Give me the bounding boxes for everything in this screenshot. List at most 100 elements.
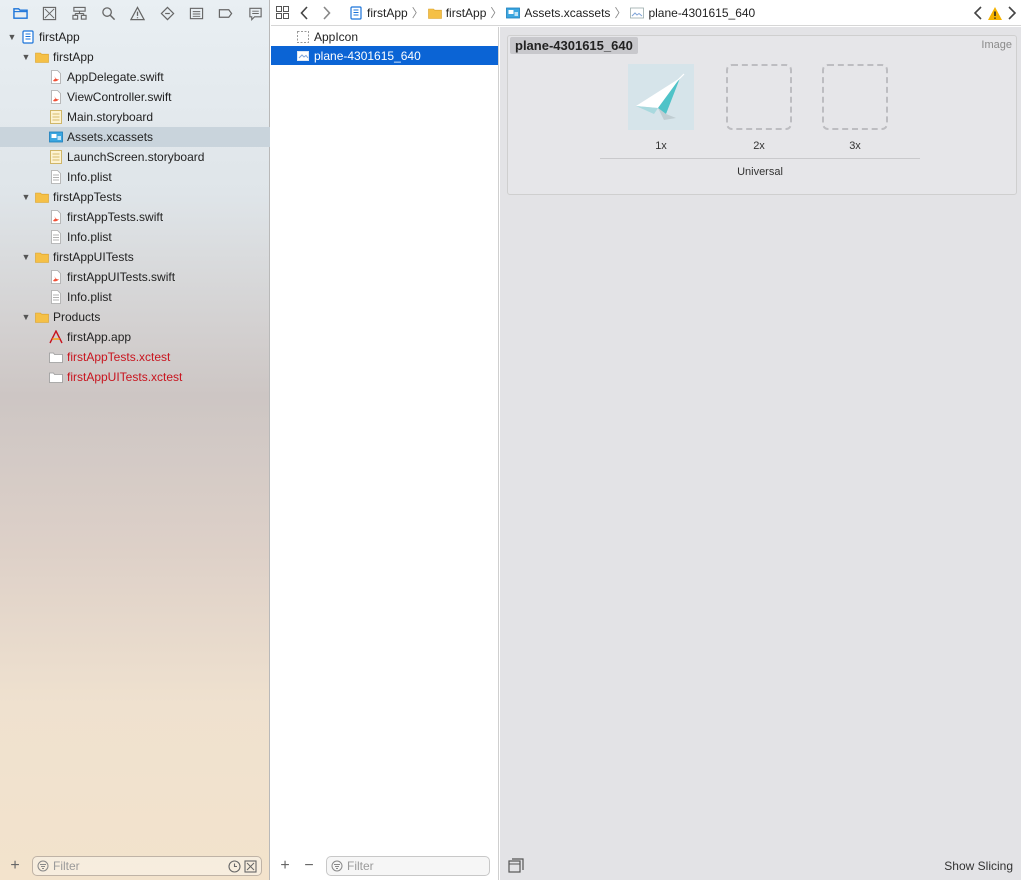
folder-icon (35, 192, 49, 203)
tree-row[interactable]: Main.storyboard (0, 107, 270, 127)
asset-editor: plane-4301615_640 Image 1x 2x 3x Univers… (500, 27, 1021, 880)
tree-row[interactable]: LaunchScreen.storyboard (0, 147, 270, 167)
image-set-name[interactable]: plane-4301615_640 (510, 37, 638, 54)
disclosure-triangle-icon[interactable]: ▼ (6, 32, 18, 42)
tree-row[interactable]: ▼ firstAppUITests (0, 247, 270, 267)
tree-row[interactable]: Info.plist (0, 287, 270, 307)
file-tree: ▼ firstApp ▼ firstApp AppDelegate.swift ViewC… (0, 27, 270, 387)
breadcrumb: firstApp 〉 firstApp 〉 Assets.xcassets 〉 plane-… (349, 4, 755, 21)
tree-row[interactable]: Info.plist (0, 167, 270, 187)
show-slicing-button[interactable]: Show Slicing (944, 859, 1013, 873)
navigator-filter-field[interactable]: Filter (32, 856, 262, 876)
tree-row[interactable]: ▼ Products (0, 307, 270, 327)
swift-file-icon (51, 210, 61, 224)
folder-icon (427, 8, 442, 19)
tree-row-label: Info.plist (67, 230, 112, 244)
image-slot-3x[interactable] (822, 64, 888, 130)
source-control-icon (43, 6, 57, 20)
tree-row[interactable]: AppDelegate.swift (0, 67, 270, 87)
breadcrumb-item[interactable]: firstApp (349, 6, 408, 20)
report-navigator-tab[interactable] (241, 0, 270, 26)
tree-row-label: firstAppTests.swift (67, 210, 164, 224)
tree-row-label: firstAppTests.xctest (67, 350, 171, 364)
recent-files-icon[interactable] (228, 859, 241, 873)
breadcrumb-item[interactable]: Assets.xcassets (506, 6, 610, 20)
project-navigator-tab[interactable] (6, 0, 35, 26)
image-slot-1x[interactable] (628, 64, 694, 130)
tree-row[interactable]: firstApp.app (0, 327, 270, 347)
folder-icon (13, 7, 28, 19)
previous-issue-icon[interactable] (973, 6, 983, 20)
asset-item-label: AppIcon (314, 29, 359, 44)
asset-list-bottom-bar: + − Filter (271, 852, 499, 880)
find-navigator-tab[interactable] (94, 0, 123, 26)
tree-row[interactable]: ▼ firstApp (0, 47, 270, 67)
storyboard-icon (50, 110, 62, 124)
asset-filter-field[interactable]: Filter (326, 856, 490, 876)
tree-row[interactable]: ▼ firstAppTests (0, 187, 270, 207)
asset-item-plane[interactable]: plane-4301615_640 (271, 46, 498, 65)
folder-icon (35, 252, 49, 263)
slot-label-3x: 3x (849, 140, 861, 152)
tree-row-label: firstAppUITests.swift (67, 270, 176, 284)
tree-row[interactable]: ▼ firstApp (0, 27, 270, 47)
project-navigator: ▼ firstApp ▼ firstApp AppDelegate.swift ViewC… (0, 0, 270, 880)
tree-row-label: Products (53, 310, 101, 324)
warning-icon[interactable] (987, 6, 1003, 21)
tree-row[interactable]: Info.plist (0, 227, 270, 247)
image-set-panel: plane-4301615_640 Image 1x 2x 3x Univers… (507, 35, 1017, 195)
issue-navigator-tab[interactable] (123, 0, 152, 26)
tree-row-label: Info.plist (67, 290, 112, 304)
breadcrumb-separator-icon: 〉 (614, 6, 627, 20)
storyboard-icon (50, 150, 62, 164)
tree-row[interactable]: firstAppUITests.swift (0, 267, 270, 287)
debug-navigator-tab[interactable] (182, 0, 211, 26)
breakpoint-navigator-tab[interactable] (211, 0, 240, 26)
breadcrumb-separator-icon: 〉 (490, 6, 503, 20)
breadcrumb-separator-icon: 〉 (411, 6, 424, 20)
next-issue-icon[interactable] (1007, 6, 1017, 20)
tree-row-label: LaunchScreen.storyboard (67, 150, 205, 164)
tree-row[interactable]: ViewController.swift (0, 87, 270, 107)
remove-asset-button[interactable]: − (302, 857, 316, 875)
disclosure-triangle-icon[interactable]: ▼ (20, 192, 32, 202)
breadcrumb-item[interactable]: plane-4301615_640 (630, 6, 755, 20)
disclosure-triangle-icon[interactable]: ▼ (20, 312, 32, 322)
asset-item-appicon[interactable]: AppIcon (271, 27, 498, 46)
image-set-icon (630, 7, 645, 18)
attributes-toggle-icon[interactable] (508, 858, 524, 874)
breadcrumb-item[interactable]: firstApp (427, 6, 486, 20)
chevron-left-icon (299, 5, 308, 20)
forward-button[interactable] (315, 0, 337, 26)
source-control-filter-icon[interactable] (244, 859, 257, 873)
tree-row[interactable]: firstAppTests.xctest (0, 347, 270, 367)
asset-catalog-icon (506, 7, 521, 18)
add-file-button[interactable]: + (8, 857, 22, 875)
slot-label-1x: 1x (655, 140, 667, 152)
disclosure-triangle-icon[interactable]: ▼ (20, 252, 32, 262)
symbol-navigator-tab[interactable] (65, 0, 94, 26)
tree-row-label: Assets.xcassets (67, 130, 154, 144)
add-asset-button[interactable]: + (278, 857, 292, 875)
swift-file-icon (51, 70, 61, 84)
tree-row[interactable]: firstAppUITests.xctest (0, 367, 270, 387)
related-items-button[interactable] (271, 0, 293, 26)
device-label: Universal (737, 166, 783, 178)
asset-catalog-icon (49, 131, 63, 143)
source-control-navigator-tab[interactable] (35, 0, 64, 26)
swift-file-icon (51, 270, 61, 284)
tree-row[interactable]: firstAppTests.swift (0, 207, 270, 227)
back-button[interactable] (293, 0, 315, 26)
test-navigator-tab[interactable] (153, 0, 182, 26)
disclosure-triangle-icon[interactable]: ▼ (20, 52, 32, 62)
tree-row-label: ViewController.swift (67, 90, 172, 104)
tree-row-label: firstAppUITests.xctest (67, 370, 183, 384)
image-slot-2x[interactable] (726, 64, 792, 130)
tree-row[interactable]: Assets.xcassets (0, 127, 270, 147)
filter-icon (331, 860, 343, 872)
slot-label-2x: 2x (753, 140, 765, 152)
xctest-icon (49, 372, 63, 383)
project-icon (22, 30, 34, 44)
warning-icon (130, 5, 146, 20)
symbol-icon (72, 6, 87, 20)
